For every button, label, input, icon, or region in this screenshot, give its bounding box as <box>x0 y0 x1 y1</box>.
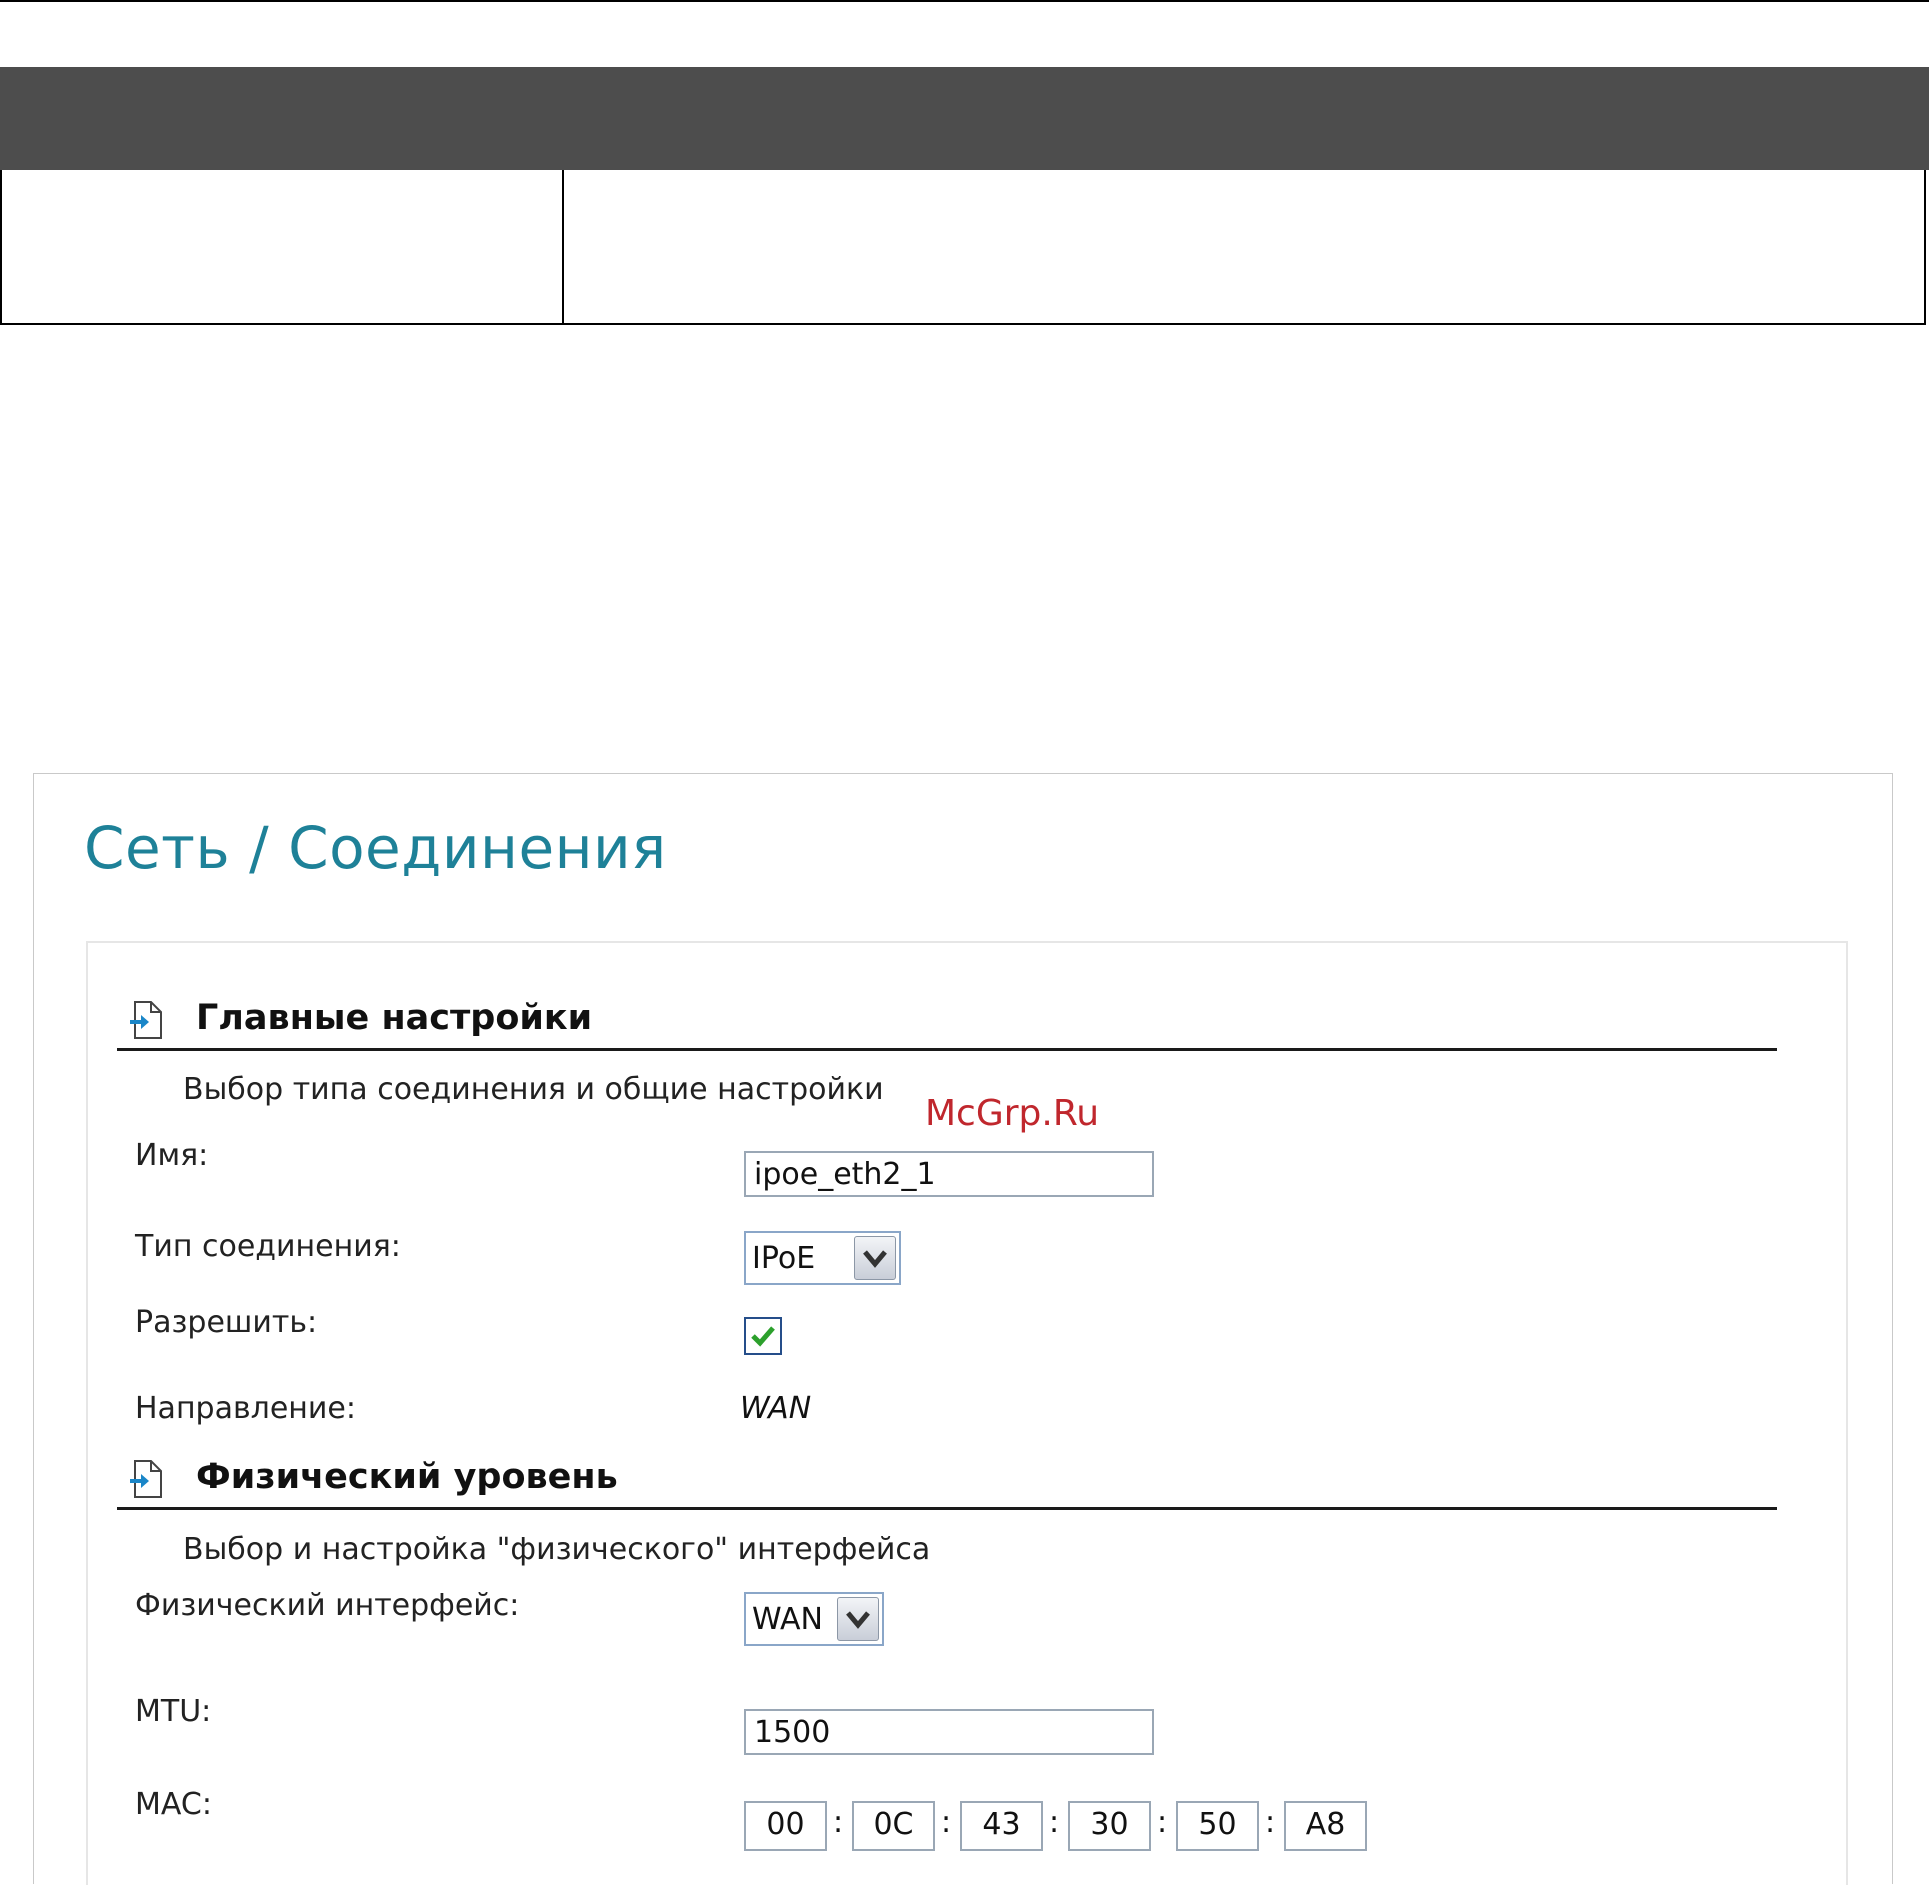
mac-input-group: 00 : 0C : 43 : 30 : 50 : A8 <box>744 1801 1384 1853</box>
section-description: Выбор и настройка "физического" интерфей… <box>183 1532 931 1567</box>
mac-octet-input[interactable]: A8 <box>1284 1801 1367 1851</box>
page-arrow-icon <box>129 1459 163 1499</box>
direction-label: Направление: <box>135 1391 356 1426</box>
connection-type-value: IPoE <box>752 1241 816 1276</box>
section-title: Главные настройки <box>196 998 593 1038</box>
mac-label: MAC: <box>135 1787 212 1822</box>
mac-separator: : <box>1265 1805 1276 1840</box>
mtu-label: MTU: <box>135 1694 212 1729</box>
direction-value: WAN <box>740 1391 812 1426</box>
doc-table <box>0 67 1929 325</box>
name-label: Имя: <box>135 1138 209 1173</box>
page-arrow-icon <box>129 1000 163 1040</box>
physical-interface-select[interactable]: WAN <box>744 1592 884 1646</box>
mac-separator: : <box>833 1805 844 1840</box>
mac-separator: : <box>1049 1805 1060 1840</box>
checkmark-icon <box>751 1326 775 1347</box>
section-description: Выбор типа соединения и общие настройки <box>183 1072 884 1107</box>
mtu-input[interactable]: 1500 <box>744 1709 1154 1755</box>
page-title: Сеть / Соединения <box>84 814 667 882</box>
mac-octet-input[interactable]: 0C <box>852 1801 935 1851</box>
physical-interface-value: WAN <box>752 1602 823 1637</box>
mac-separator: : <box>1157 1805 1168 1840</box>
doc-table-header <box>0 67 1929 170</box>
top-rule <box>0 0 1929 2</box>
section-title: Физический уровень <box>196 1457 618 1497</box>
router-ui-screenshot: Сеть / Соединения McGrp.Ru Главные настр… <box>33 773 1893 1885</box>
name-input[interactable]: ipoe_eth2_1 <box>744 1151 1154 1197</box>
connection-type-select[interactable]: IPoE <box>744 1231 901 1285</box>
mac-octet-input[interactable]: 43 <box>960 1801 1043 1851</box>
doc-table-row <box>0 170 1926 325</box>
chevron-down-icon[interactable] <box>854 1236 896 1280</box>
section-main-settings: Главные настройки <box>117 992 1777 1051</box>
mac-octet-input[interactable]: 00 <box>744 1801 827 1851</box>
connection-type-label: Тип соединения: <box>135 1229 401 1264</box>
mac-octet-input[interactable]: 50 <box>1176 1801 1259 1851</box>
mac-octet-input[interactable]: 30 <box>1068 1801 1151 1851</box>
watermark: McGrp.Ru <box>925 1093 1100 1134</box>
physical-interface-label: Физический интерфейс: <box>135 1588 520 1623</box>
enable-label: Разрешить: <box>135 1305 318 1340</box>
chevron-down-icon[interactable] <box>837 1597 879 1641</box>
enable-checkbox[interactable] <box>744 1317 782 1355</box>
section-physical: Физический уровень <box>117 1451 1777 1510</box>
doc-table-divider <box>562 170 564 323</box>
mac-separator: : <box>941 1805 952 1840</box>
